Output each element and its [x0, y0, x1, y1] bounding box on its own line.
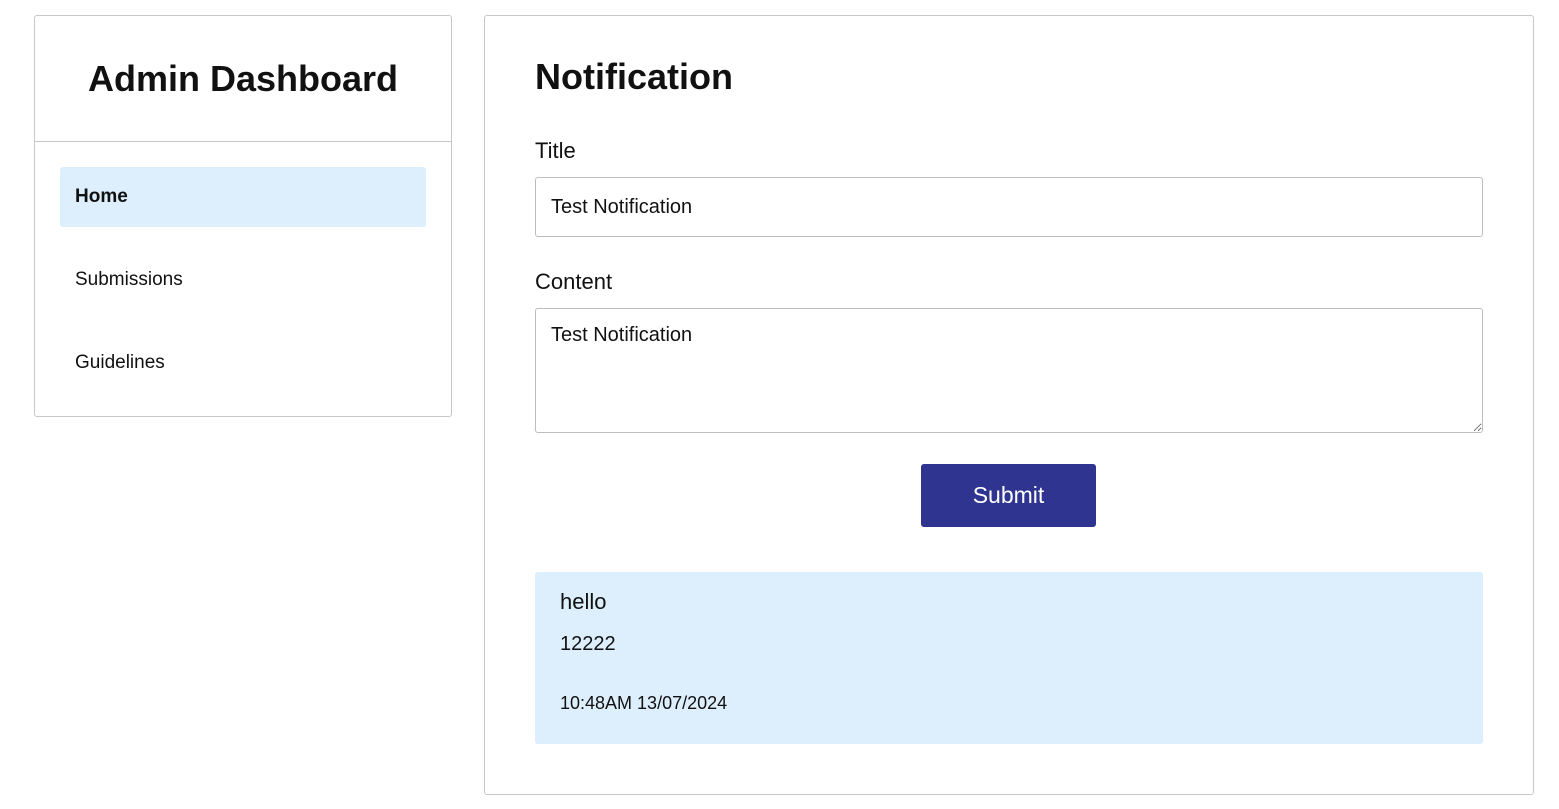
- sidebar-item-guidelines[interactable]: Guidelines: [60, 333, 426, 393]
- content-label: Content: [535, 269, 613, 294]
- sidebar-header: Admin Dashboard: [35, 16, 451, 142]
- app-title: Admin Dashboard: [87, 57, 399, 99]
- title-input[interactable]: [535, 177, 1483, 237]
- title-label: Title: [535, 138, 576, 163]
- notification-card: hello 12222 10:48AM 13/07/2024: [535, 572, 1483, 744]
- sidebar-nav: Home Submissions Guidelines: [35, 142, 451, 393]
- sidebar-item-submissions[interactable]: Submissions: [60, 250, 426, 310]
- content-textarea[interactable]: Test Notification: [535, 308, 1483, 433]
- page-title: Notification: [535, 56, 733, 97]
- notification-title: hello: [560, 589, 607, 614]
- notification-content: 12222: [560, 633, 616, 655]
- main-panel: Notification Title Content Test Notifica…: [484, 15, 1534, 795]
- sidebar: Admin Dashboard Home Submissions Guideli…: [34, 15, 452, 417]
- sidebar-item-home[interactable]: Home: [60, 167, 426, 227]
- notification-timestamp: 10:48AM 13/07/2024: [560, 693, 728, 713]
- submit-button[interactable]: Submit: [921, 464, 1096, 527]
